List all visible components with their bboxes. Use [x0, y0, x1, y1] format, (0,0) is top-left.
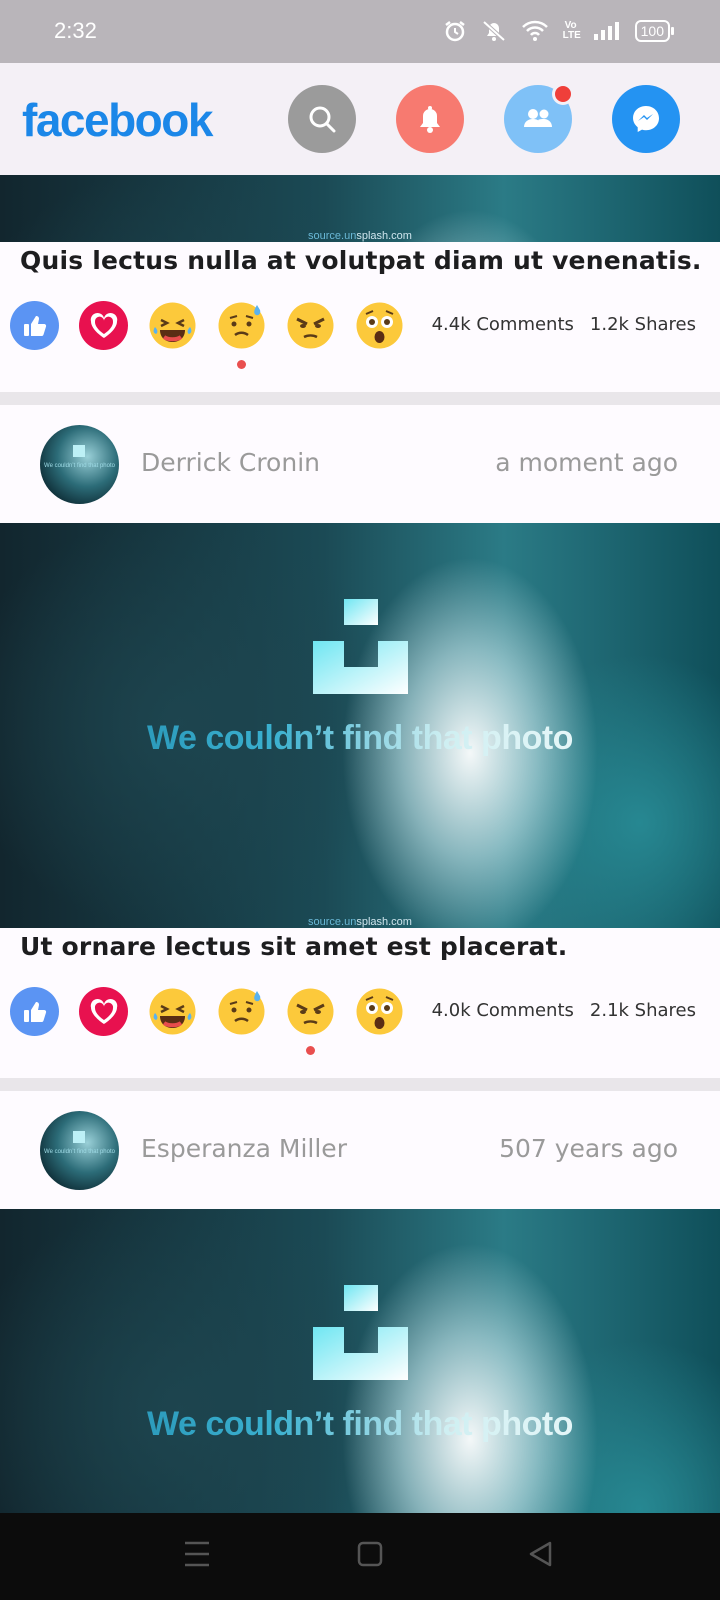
wow-reaction[interactable] [355, 987, 404, 1036]
post-header: We couldn’t find that photo Esperanza Mi… [0, 1091, 720, 1209]
author-name[interactable]: Esperanza Miller [141, 1134, 347, 1163]
avatar[interactable]: We couldn’t find that photo [40, 425, 119, 504]
post-caption: Ut ornare lectus sit amet est placerat. [20, 932, 568, 961]
notifications-button[interactable] [396, 85, 464, 153]
status-icons: Vo LTE 100 [443, 19, 675, 43]
author-name[interactable]: Derrick Cronin [141, 448, 320, 477]
angry-reaction[interactable] [286, 301, 335, 350]
like-reaction[interactable] [10, 987, 59, 1036]
like-reaction[interactable] [10, 301, 59, 350]
mute-bell-icon [482, 20, 505, 42]
shares-count[interactable]: 1.2k Shares [590, 314, 696, 335]
unsplash-logo-icon [313, 1285, 408, 1380]
reaction-bar [10, 301, 404, 369]
facebook-logo[interactable]: facebook [22, 93, 213, 147]
alarm-icon [444, 21, 465, 42]
photo-source: source.unsplash.com [308, 916, 412, 928]
battery-indicator: 100 [634, 20, 675, 42]
heart-icon [90, 312, 117, 338]
menu-icon[interactable] [184, 1540, 210, 1568]
post-time: a moment ago [495, 448, 678, 477]
laughing-emoji-icon [149, 988, 196, 1035]
wow-reaction[interactable] [355, 301, 404, 350]
friends-button[interactable] [504, 83, 574, 153]
post-photo[interactable]: source.unsplash.com [0, 175, 720, 242]
messenger-icon [633, 106, 659, 132]
unsplash-mini-logo [73, 1131, 85, 1143]
love-reaction[interactable] [79, 987, 128, 1036]
unsplash-mini-logo [73, 445, 85, 457]
avatar-photo-message: We couldn’t find that photo [44, 1149, 115, 1155]
wow-emoji-icon [356, 988, 403, 1035]
angry-emoji-icon [287, 988, 334, 1035]
post-header: We couldn’t find that photo Derrick Cron… [0, 405, 720, 523]
photo-not-found-message: We couldn’t find that photo [0, 719, 720, 758]
friends-icon [524, 109, 552, 127]
app-header: facebook [0, 63, 720, 175]
comments-count[interactable]: 4.4k Comments [432, 314, 574, 335]
photo-source: source.unsplash.com [308, 230, 412, 242]
wifi-icon [521, 20, 548, 41]
post-photo[interactable]: We couldn’t find that photo source.unspl… [0, 523, 720, 928]
sweat-emoji-icon [218, 988, 265, 1035]
volte-indicator: Vo LTE [562, 20, 581, 41]
avatar-photo-message: We couldn’t find that photo [44, 463, 115, 469]
photo-not-found-message: We couldn’t find that photo [0, 1405, 720, 1444]
sad-reaction[interactable] [217, 301, 266, 369]
heart-icon [90, 998, 117, 1024]
reaction-bar [10, 987, 404, 1055]
post-stats: 4.0k Comments 2.1k Shares [432, 1000, 696, 1021]
back-icon[interactable] [528, 1540, 554, 1568]
unsplash-logo-icon [313, 599, 408, 694]
sad-reaction[interactable] [217, 987, 266, 1036]
status-time: 2:32 [54, 18, 97, 43]
status-bar: 2:32 Vo LTE 100 [0, 0, 720, 63]
comments-count[interactable]: 4.0k Comments [432, 1000, 574, 1021]
laughing-emoji-icon [149, 302, 196, 349]
search-button[interactable] [288, 85, 356, 153]
post-caption: Quis lectus nulla at volutpat diam ut ve… [20, 246, 702, 275]
wow-emoji-icon [356, 302, 403, 349]
messenger-button[interactable] [612, 85, 680, 153]
system-nav-bar [0, 1513, 720, 1600]
haha-reaction[interactable] [148, 987, 197, 1036]
love-reaction[interactable] [79, 301, 128, 350]
shares-count[interactable]: 2.1k Shares [590, 1000, 696, 1021]
home-icon[interactable] [357, 1540, 383, 1568]
search-icon [309, 106, 336, 133]
selected-reaction-dot [306, 1046, 315, 1055]
post-time: 507 years ago [499, 1134, 678, 1163]
post-card: Quis lectus nulla at volutpat diam ut ve… [0, 242, 720, 392]
thumbs-up-icon [23, 1001, 46, 1022]
bell-icon [420, 106, 440, 133]
angry-reaction[interactable] [286, 987, 335, 1055]
sweat-emoji-icon [218, 302, 265, 349]
thumbs-up-icon [23, 315, 46, 336]
haha-reaction[interactable] [148, 301, 197, 350]
post-stats: 4.4k Comments 1.2k Shares [432, 314, 696, 335]
signal-icon [593, 22, 619, 40]
selected-reaction-dot [237, 360, 246, 369]
post-card: Ut ornare lectus sit amet est placerat. … [0, 928, 720, 1078]
post-photo[interactable]: We couldn’t find that photo [0, 1209, 720, 1513]
friends-badge [552, 83, 574, 105]
avatar[interactable]: We couldn’t find that photo [40, 1111, 119, 1190]
angry-emoji-icon [287, 302, 334, 349]
